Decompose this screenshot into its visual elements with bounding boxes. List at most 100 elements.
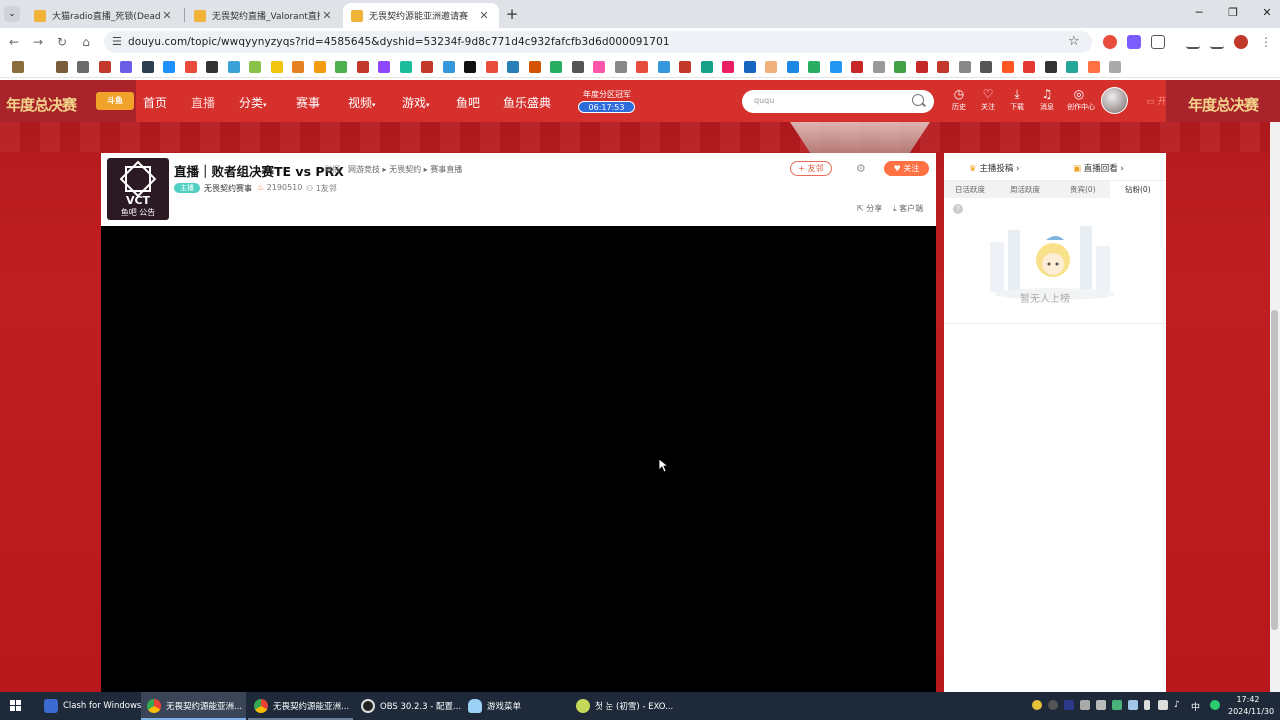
bookmark-icon[interactable] — [593, 61, 605, 73]
close-icon[interactable]: ✕ — [477, 9, 491, 22]
nav-fishbar[interactable]: 鱼吧 — [456, 94, 480, 111]
taskbar-game-menu[interactable]: 游戏菜单 — [462, 692, 567, 720]
bookmark-icon[interactable] — [206, 61, 218, 73]
report-link[interactable]: 举报 — [324, 164, 340, 175]
bookmark-icon[interactable] — [1066, 61, 1078, 73]
anchor-name[interactable]: 无畏契约赛事 — [204, 183, 252, 194]
bookmark-icon[interactable] — [937, 61, 949, 73]
replay-link[interactable]: ▣ 直播回看 › — [1073, 162, 1124, 174]
fans-count[interactable]: ⚇ 1友邻 — [306, 183, 337, 194]
bookmark-icon[interactable] — [378, 61, 390, 73]
bookmark-icon[interactable] — [550, 61, 562, 73]
tray-icon[interactable] — [1032, 700, 1042, 710]
bookmark-icon[interactable] — [894, 61, 906, 73]
bookmark-icon[interactable] — [184, 61, 197, 73]
bookmark-icon[interactable] — [1109, 61, 1121, 73]
bookmark-icon[interactable] — [679, 61, 691, 73]
forward-icon[interactable]: → — [30, 34, 46, 50]
close-icon[interactable]: ✕ — [160, 9, 174, 22]
network-icon[interactable] — [1158, 700, 1168, 710]
tray-icon[interactable] — [1080, 700, 1090, 710]
bookmark-icon[interactable] — [808, 61, 820, 73]
bookmark-icon[interactable] — [55, 61, 68, 73]
tray-icon[interactable] — [1048, 700, 1058, 710]
bookmark-icon[interactable] — [851, 61, 863, 73]
bookmark-icon[interactable] — [636, 61, 648, 73]
wechat-icon[interactable] — [1210, 700, 1220, 710]
bookmark-icon[interactable] — [915, 61, 928, 73]
bookmark-icon[interactable] — [1023, 61, 1035, 73]
bookmark-icon[interactable] — [786, 61, 799, 73]
scrollbar-thumb[interactable] — [1271, 310, 1278, 630]
bookmark-star-icon[interactable]: ☆ — [1068, 34, 1080, 49]
taskbar-chrome-1[interactable]: 无畏契约源能亚洲... — [141, 692, 246, 720]
bookmark-icon[interactable] — [980, 61, 992, 73]
share-button[interactable]: ⇱ 分享 — [857, 203, 882, 214]
creator-center-button[interactable]: ◎ 创作中心 — [1067, 88, 1095, 112]
annual-champion-label[interactable]: 年度分区冠军 — [577, 89, 637, 100]
tab-vip[interactable]: 贵宾(0) — [1070, 184, 1096, 195]
bookmark-icon[interactable] — [743, 61, 756, 73]
message-button[interactable]: ♫ 消息 — [1036, 88, 1058, 112]
bookmark-icon[interactable] — [485, 61, 498, 73]
extensions-puzzle-icon[interactable] — [1151, 35, 1165, 49]
browser-tab-1[interactable]: 大猫radio直播_死锁(DeadLock) ✕ — [26, 3, 182, 28]
nav-games[interactable]: 游戏▾ — [402, 94, 430, 111]
site-logo[interactable]: 年度总决赛 斗鱼 — [0, 80, 136, 122]
bookmark-icon[interactable] — [335, 61, 347, 73]
bookmark-icon[interactable] — [614, 61, 627, 73]
tray-icon[interactable] — [1064, 700, 1074, 710]
browser-tab-3[interactable]: 无畏契约源能亚洲邀请赛 ✕ — [343, 3, 499, 28]
bookmark-icon[interactable] — [464, 61, 476, 73]
taskbar-obs[interactable]: OBS 30.2.3 - 配置... — [355, 692, 461, 720]
window-close-icon[interactable]: ✕ — [1260, 6, 1274, 19]
bookmark-icon[interactable] — [356, 61, 369, 73]
volume-icon[interactable]: ♪ — [1174, 700, 1180, 710]
nav-events[interactable]: 赛事 — [296, 94, 320, 111]
bookmark-icon[interactable] — [399, 61, 412, 73]
tray-icon[interactable] — [1128, 700, 1138, 710]
nav-video[interactable]: 视频▾ — [348, 94, 376, 111]
tray-icon[interactable] — [1112, 700, 1122, 710]
back-icon[interactable]: ← — [6, 34, 22, 50]
bookmark-icon[interactable] — [765, 61, 777, 73]
bookmark-icon[interactable] — [571, 61, 584, 73]
bookmark-icon[interactable] — [292, 61, 304, 73]
anchor-posts-link[interactable]: ♛ 主播投稿 › — [969, 162, 1019, 174]
taskbar-clash[interactable]: Clash for Windows — [38, 692, 141, 720]
bookmark-icon[interactable] — [421, 61, 433, 73]
taskbar-music[interactable]: 첫 눈 (初雪) - EXO... — [570, 692, 675, 720]
bookmark-icon[interactable] — [829, 61, 842, 73]
follow-list-button[interactable]: ♡ 关注 — [977, 88, 999, 112]
extension-icon[interactable] — [1103, 35, 1117, 49]
add-friend-button[interactable]: + 友邻 — [790, 161, 832, 176]
history-button[interactable]: ◷ 历史 — [948, 88, 970, 112]
breadcrumb[interactable]: 网游竞技 ▸ 无畏契约 ▸ 赛事直播 — [348, 164, 462, 175]
settings-gear-icon[interactable]: ⚙ — [856, 162, 866, 175]
bookmark-icon[interactable] — [12, 61, 24, 73]
profile-avatar[interactable] — [1234, 35, 1248, 49]
bookmark-icon[interactable] — [313, 61, 326, 73]
bookmark-icon[interactable] — [98, 61, 111, 73]
microphone-icon[interactable] — [1144, 700, 1150, 710]
tab-weekly[interactable]: 周活跃度 — [1010, 184, 1040, 195]
nav-category[interactable]: 分类▾ — [239, 94, 267, 111]
bookmark-icon[interactable] — [657, 61, 670, 73]
bookmark-icon[interactable] — [528, 61, 541, 73]
video-player[interactable] — [101, 226, 936, 692]
bookmark-icon[interactable] — [700, 61, 713, 73]
user-avatar[interactable] — [1101, 87, 1128, 114]
taskbar-chrome-2[interactable]: 无畏契约源能亚洲... — [248, 692, 353, 720]
bookmark-icon[interactable] — [120, 61, 132, 73]
download-icon[interactable] — [1210, 35, 1224, 49]
bookmark-icon[interactable] — [1001, 61, 1014, 73]
client-button[interactable]: ⤓ 客户端 — [893, 203, 923, 214]
taskbar-clock[interactable]: 17:42 2024/11/30 — [1228, 694, 1274, 718]
bookmark-icon[interactable] — [958, 61, 971, 73]
bookmark-icon[interactable] — [270, 61, 283, 73]
download-button[interactable]: ⤓ 下载 — [1006, 88, 1028, 112]
reading-list-icon[interactable] — [1186, 35, 1200, 49]
bookmark-icon[interactable] — [163, 61, 175, 73]
bookmark-icon[interactable] — [249, 61, 261, 73]
reload-icon[interactable]: ↻ — [54, 34, 70, 50]
